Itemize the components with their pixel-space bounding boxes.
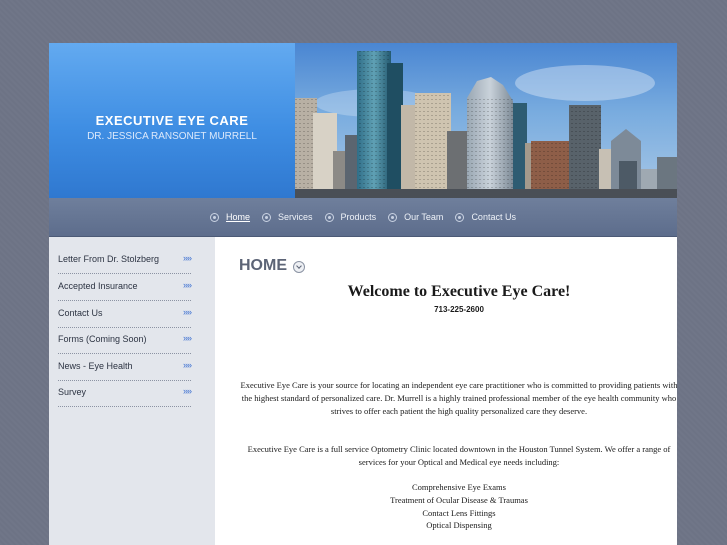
city-skyline-image xyxy=(295,43,677,198)
site-title: EXECUTIVE EYE CARE xyxy=(95,113,249,128)
double-chevron-right-icon: »» xyxy=(182,333,192,343)
site-subtitle: DR. JESSICA RANSONET MURRELL xyxy=(87,131,257,142)
intro-paragraph: Executive Eye Care is your source for lo… xyxy=(240,380,677,416)
sidebar-item-survey[interactable]: Survey »» xyxy=(58,380,192,407)
nav-products-label: Products xyxy=(340,212,377,222)
skyline-graphic xyxy=(295,51,677,198)
sidebar-item-label: News - Eye Health xyxy=(58,361,133,371)
nav-our-team-label: Our Team xyxy=(404,212,444,222)
chevron-down-icon[interactable] xyxy=(293,261,305,273)
sidebar-item-label: Letter From Dr. Stolzberg xyxy=(58,254,160,264)
sidebar-item-letter[interactable]: Letter From Dr. Stolzberg »» xyxy=(58,247,192,274)
main-content: HOME Welcome to Executive Eye Care! 713-… xyxy=(215,237,677,545)
sidebar-item-label: Survey xyxy=(58,387,87,397)
list-item: Comprehensive Eye Exams xyxy=(412,482,506,492)
header: EXECUTIVE EYE CARE DR. JESSICA RANSONET … xyxy=(49,43,677,198)
page-title: HOME xyxy=(239,257,287,274)
list-item: Contact Lens Fittings xyxy=(422,507,496,518)
sidebar-item-label: Accepted Insurance xyxy=(58,281,138,291)
double-chevron-right-icon: »» xyxy=(182,280,192,290)
nav-services[interactable]: Services xyxy=(262,212,313,222)
welcome-heading: Welcome to Executive Eye Care! xyxy=(347,283,571,300)
page: EXECUTIVE EYE CARE DR. JESSICA RANSONET … xyxy=(49,43,677,545)
bullet-icon xyxy=(210,212,220,222)
double-chevron-right-icon: »» xyxy=(182,360,192,370)
sidebar: Letter From Dr. Stolzberg »» Accepted In… xyxy=(49,237,215,545)
header-banner: EXECUTIVE EYE CARE DR. JESSICA RANSONET … xyxy=(49,43,295,198)
phone-number: 713-225-2600 xyxy=(434,305,484,314)
sidebar-item-label: Forms (Coming Soon) xyxy=(58,334,147,344)
nav-services-label: Services xyxy=(278,212,313,222)
services-list: Comprehensive Eye Exams Treatment of Ocu… xyxy=(239,481,677,532)
sidebar-item-forms[interactable]: Forms (Coming Soon) »» xyxy=(58,327,192,354)
sidebar-item-news[interactable]: News - Eye Health »» xyxy=(58,354,192,381)
main-nav: Home Services Products Our Team Contact … xyxy=(49,198,677,237)
nav-home[interactable]: Home xyxy=(210,212,250,222)
nav-products[interactable]: Products xyxy=(324,212,377,222)
double-chevron-right-icon: »» xyxy=(182,386,192,396)
bullet-icon xyxy=(455,212,465,222)
double-chevron-right-icon: »» xyxy=(182,253,192,263)
nav-our-team[interactable]: Our Team xyxy=(388,212,443,222)
nav-contact-us[interactable]: Contact Us xyxy=(455,212,516,222)
services-intro-paragraph: Executive Eye Care is a full service Opt… xyxy=(247,444,671,467)
sidebar-item-label: Contact Us xyxy=(58,308,103,318)
nav-home-label: Home xyxy=(226,212,251,222)
bullet-icon xyxy=(388,212,398,222)
bullet-icon xyxy=(262,212,272,222)
list-item: Optical Dispensing xyxy=(426,520,492,531)
bullet-icon xyxy=(324,212,334,222)
sidebar-item-contact[interactable]: Contact Us »» xyxy=(58,301,192,328)
sidebar-item-insurance[interactable]: Accepted Insurance »» xyxy=(58,274,192,301)
list-item: Treatment of Ocular Disease & Traumas xyxy=(390,494,528,505)
double-chevron-right-icon: »» xyxy=(182,307,192,317)
nav-contact-us-label: Contact Us xyxy=(471,212,516,222)
